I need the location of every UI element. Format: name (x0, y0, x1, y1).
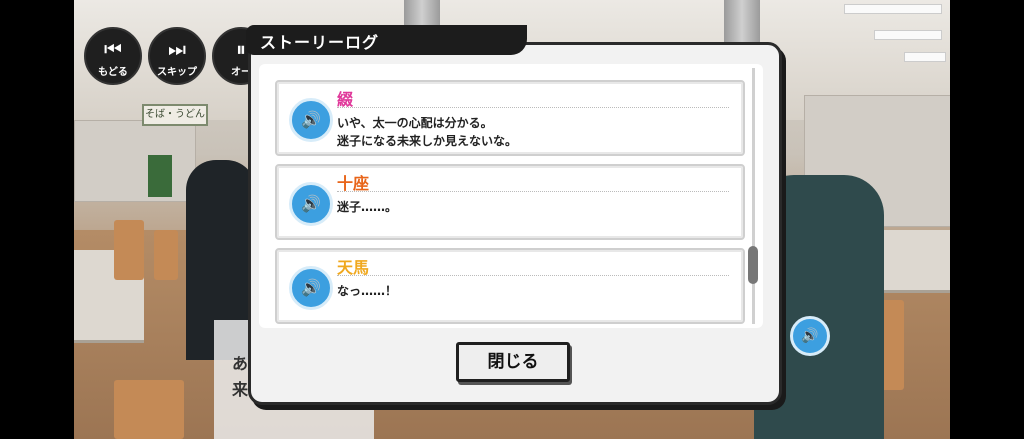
close-button[interactable]: 閉じる (456, 342, 570, 382)
skip-label: スキップ (157, 67, 197, 78)
behind-text-2: 来 (232, 380, 249, 399)
dialog-title: ストーリーログ (260, 33, 380, 52)
speaker-icon[interactable]: 🔊 (289, 98, 333, 142)
scrollbar-track[interactable] (752, 68, 755, 324)
log-entry: 🔊 綴 いや、太一の心配は分かる。 迷子になる未来しか見えないな。 (275, 80, 745, 156)
speaker-icon[interactable]: 🔊 (289, 182, 333, 226)
log-entry: 🔊 天馬 なっ……！ (275, 248, 745, 324)
speaker-icon[interactable]: 🔊 (289, 266, 333, 310)
menu-sign: そば・うどん (142, 104, 208, 126)
skip-icon: ⏭ (168, 37, 186, 61)
log-line: いや、太一の心配は分かる。 (337, 116, 493, 130)
ceiling-light (904, 52, 946, 62)
log-entry: 🔊 十座 迷子……。 (275, 164, 745, 240)
scrollbar-thumb[interactable] (748, 246, 758, 284)
behind-text-1: あ (232, 354, 249, 373)
speaker-icon[interactable]: 🔊 (790, 316, 830, 356)
back-button[interactable]: ⏮ もどる (84, 27, 142, 85)
rewind-icon: ⏮ (104, 37, 122, 61)
log-line: 迷子……。 (337, 200, 398, 214)
ceiling-light (844, 4, 942, 14)
divider (337, 107, 729, 108)
chair (154, 230, 178, 280)
green-door (148, 155, 172, 197)
log-line: なっ……！ (337, 284, 398, 298)
dialog-title-bar: ストーリーログ (246, 25, 527, 55)
divider (337, 191, 729, 192)
log-list[interactable]: 🔊 綴 いや、太一の心配は分かる。 迷子になる未来しか見えないな。 🔊 十座 迷… (259, 64, 763, 328)
skip-button[interactable]: ⏭ スキップ (148, 27, 206, 85)
wall-panel (74, 120, 196, 202)
chair (114, 380, 184, 439)
divider (337, 275, 729, 276)
chair (114, 220, 144, 280)
ceiling-light (874, 30, 942, 40)
back-label: もどる (98, 67, 128, 78)
log-line: 迷子になる未来しか見えないな。 (337, 134, 518, 148)
